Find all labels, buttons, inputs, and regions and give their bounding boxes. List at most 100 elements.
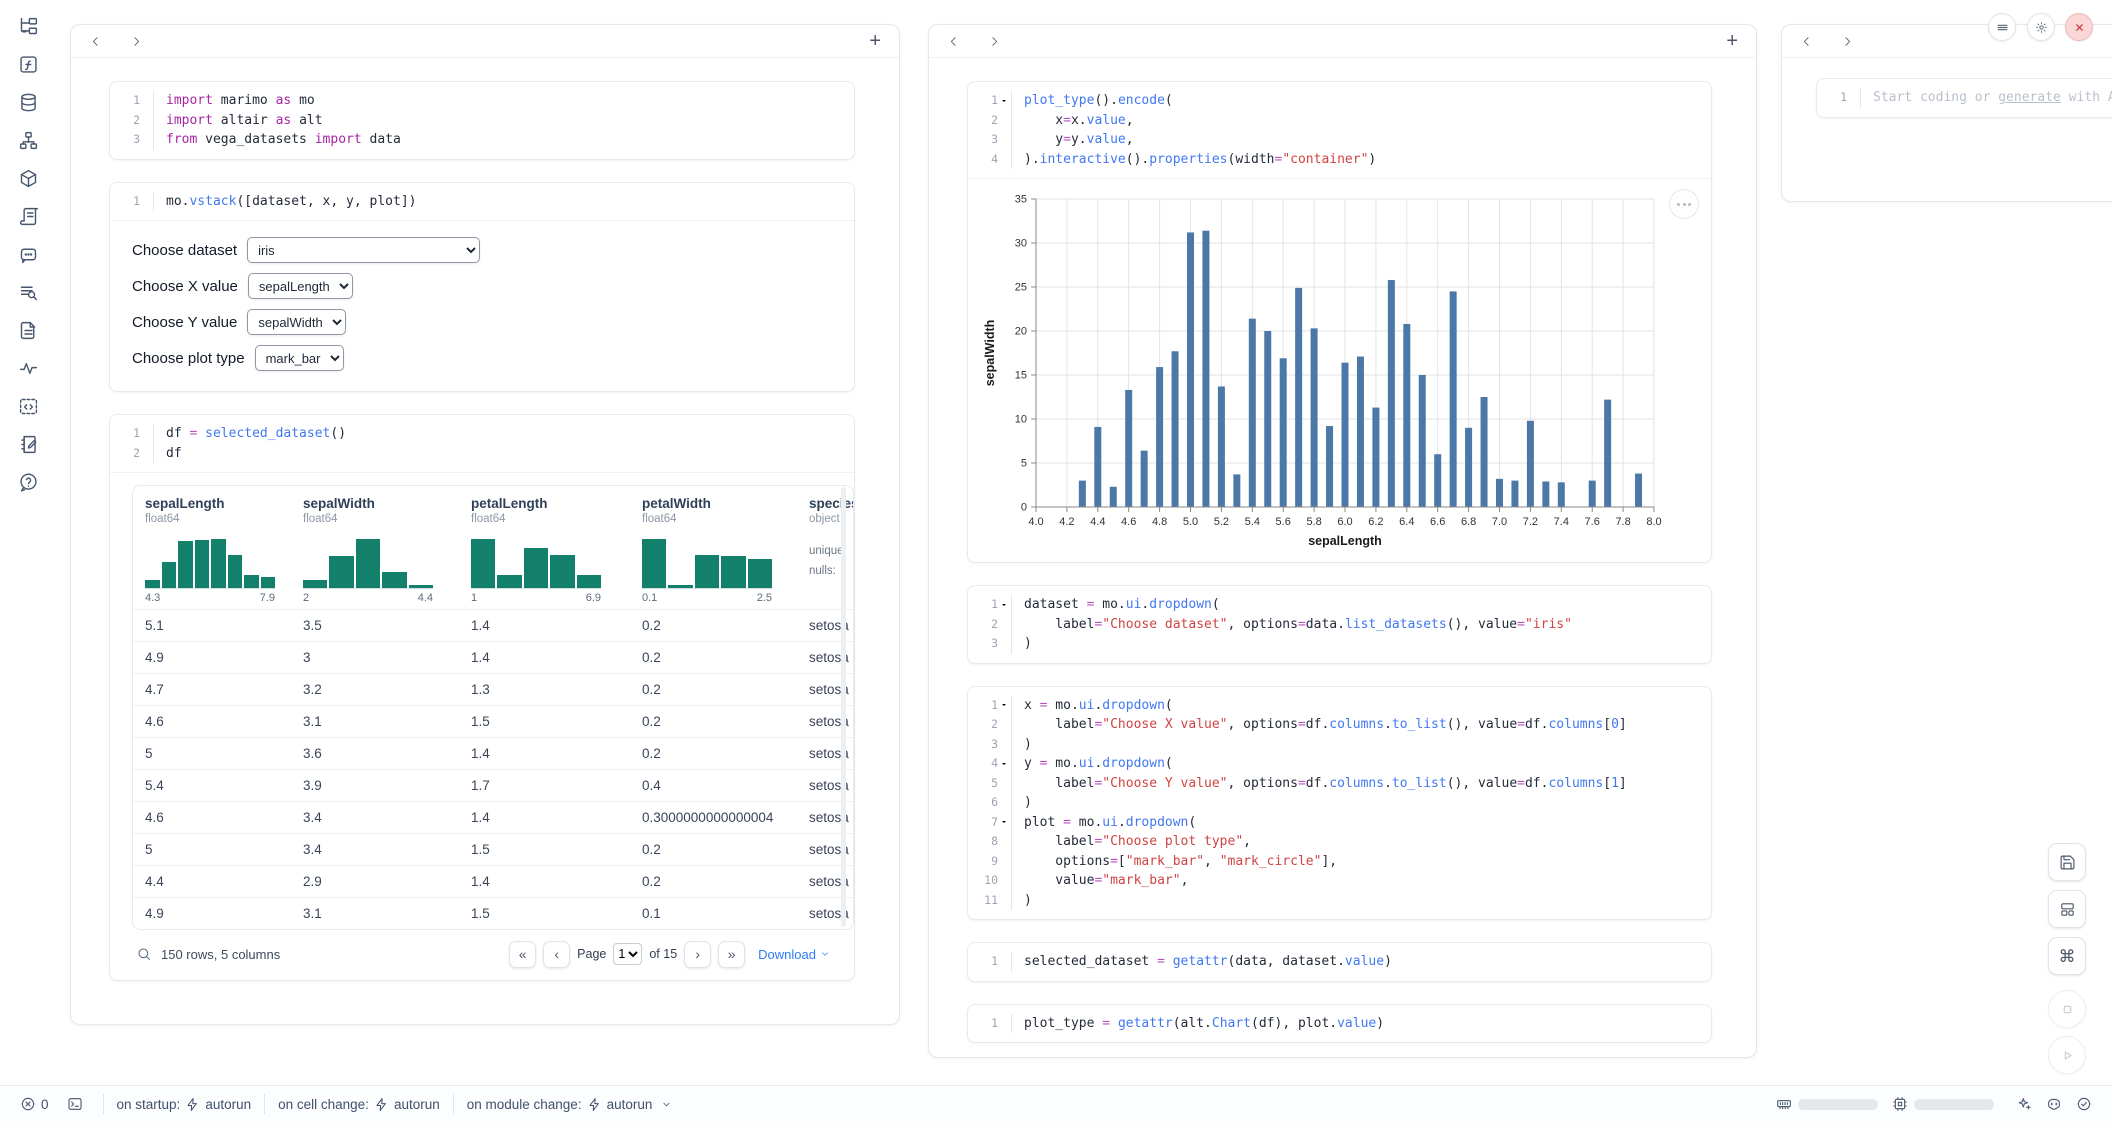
column-header-petalWidth[interactable]: petalWidthfloat640.12.5 [630,486,797,609]
package-icon[interactable] [18,168,39,189]
add-cell-button[interactable]: + [869,31,881,51]
runtime-config-1[interactable]: on startup:autorun [117,1097,252,1112]
data-table: sepalLengthfloat644.37.9sepalWidthfloat6… [132,485,854,930]
connection-status-icon[interactable] [2076,1096,2092,1112]
code-editor[interactable]: 1x = mo.ui.dropdown(2 label="Choose X va… [968,687,1711,920]
runtime-config-2[interactable]: on cell change:autorun [278,1097,440,1112]
chart-output[interactable]: 051015202530354.04.24.44.64.85.05.25.45.… [968,178,1711,562]
code-snippet-icon[interactable] [18,396,39,417]
cell-dataframe[interactable]: 1df = selected_dataset()2df sepalLengthf… [109,414,855,981]
scroll-icon[interactable] [18,206,39,227]
code-editor[interactable]: 1mo.vstack([dataset, x, y, plot]) [110,183,854,221]
fold-icon[interactable] [998,600,1009,609]
page-label: Page [577,947,606,961]
generate-with-ai-link[interactable]: generate [1998,90,2061,105]
table-scrollbar[interactable] [841,487,846,927]
history-back-icon[interactable] [1800,35,1813,48]
interrupt-button[interactable] [2048,990,2086,1028]
search-icon[interactable] [136,946,152,962]
column-header-petalLength[interactable]: petalLengthfloat6416.9 [459,486,630,609]
download-link[interactable]: Download [758,947,830,962]
run-all-button[interactable] [2048,1036,2086,1074]
table-cell: 5.1 [133,610,291,641]
panel-left-header: + [71,25,899,58]
add-cell-button[interactable]: + [1726,31,1738,51]
column-stats: unique:nulls: [809,541,854,581]
table-cell: 2.9 [291,866,459,897]
cell-xy-plot-dropdowns[interactable]: 1x = mo.ui.dropdown(2 label="Choose X va… [967,686,1712,921]
shutdown-button[interactable] [2065,13,2093,41]
code-editor[interactable]: 1selected_dataset = getattr(data, datase… [968,943,1711,981]
code-line: y = mo.ui.dropdown( [1012,754,1173,774]
line-number: 8 [991,832,998,852]
cell-vstack[interactable]: 1mo.vstack([dataset, x, y, plot]) Choose… [109,182,855,393]
cell-dataset-dropdown[interactable]: 1dataset = mo.ui.dropdown(2 label="Choos… [967,585,1712,664]
code-line: plot_type = getattr(alt.Chart(df), plot.… [1012,1014,1384,1034]
file-tree-icon[interactable] [18,16,39,37]
history-back-icon[interactable] [947,35,960,48]
code-editor[interactable]: 1dataset = mo.ui.dropdown(2 label="Choos… [968,586,1711,663]
last-page-button[interactable]: » [718,941,745,968]
choose-plot-type-select[interactable]: mark_bar [255,345,344,371]
fold-icon[interactable] [998,96,1009,105]
page-select[interactable]: 1 [613,943,642,965]
terminal-icon[interactable] [67,1096,83,1112]
column-header-sepalWidth[interactable]: sepalWidthfloat6424.4 [291,486,459,609]
runtime-config-3[interactable]: on module change:autorun [467,1097,673,1112]
chart-menu-button[interactable] [1669,189,1699,219]
cell-plot-type[interactable]: 1plot_type = getattr(alt.Chart(df), plot… [967,1004,1712,1044]
save-icon [2059,854,2076,871]
layout-toggle-button[interactable] [2048,890,2086,928]
save-button[interactable] [2048,843,2086,881]
bar-chart[interactable]: 051015202530354.04.24.44.64.85.05.25.45.… [980,187,1672,553]
cell-selected-dataset[interactable]: 1selected_dataset = getattr(data, datase… [967,942,1712,982]
bot-icon[interactable] [18,244,39,265]
code-editor[interactable]: 1plot_type().encode(2 x=x.value,3 y=y.va… [968,82,1711,178]
function-square-icon[interactable] [18,54,39,75]
fold-icon[interactable] [998,759,1009,768]
table-cell: 4.4 [133,866,291,897]
column-header-sepalLength[interactable]: sepalLengthfloat644.37.9 [133,486,291,609]
help-icon[interactable] [18,472,39,493]
scratchpad-icon[interactable] [18,434,39,455]
svg-text:15: 15 [1015,370,1027,382]
cell-plot[interactable]: 1plot_type().encode(2 x=x.value,3 y=y.va… [967,81,1712,563]
history-back-icon[interactable] [89,35,102,48]
choose-dataset-select[interactable]: iris [247,237,480,263]
workflow-icon[interactable] [18,130,39,151]
history-forward-icon[interactable] [130,35,143,48]
line-number: 2 [991,111,998,131]
next-page-button[interactable]: › [684,941,711,968]
ai-sparkles-icon[interactable] [2016,1096,2032,1112]
logs-search-icon[interactable] [18,282,39,303]
errors-indicator[interactable]: 0 [20,1096,49,1112]
document-icon[interactable] [18,320,39,341]
table-cell: 5 [133,834,291,865]
fold-icon[interactable] [998,701,1009,710]
fold-icon[interactable] [998,818,1009,827]
status-right [1776,1096,2092,1112]
choose-y-value-select[interactable]: sepalWidth [247,309,346,335]
choose-x-value-select[interactable]: sepalLength [248,273,353,299]
table-row: 4.931.40.2setosa [133,641,853,673]
svg-text:6.0: 6.0 [1337,516,1352,528]
prev-page-button[interactable]: ‹ [543,941,570,968]
code-editor[interactable]: 1 Start coding or generate with AI [1817,79,2112,117]
code-editor[interactable]: 1import marimo as mo2import altair as al… [110,82,854,159]
history-forward-icon[interactable] [988,35,1001,48]
notebook-menu-button[interactable] [1988,13,2016,41]
database-icon[interactable] [18,92,39,113]
settings-button[interactable] [2027,13,2055,41]
keyboard-shortcuts-button[interactable]: ⌘ [2048,937,2086,975]
table-cell: 1.7 [459,770,630,801]
code-editor[interactable]: 1plot_type = getattr(alt.Chart(df), plot… [968,1005,1711,1043]
table-cell: 1.5 [459,898,630,929]
svg-text:5.8: 5.8 [1306,516,1321,528]
cell-imports[interactable]: 1import marimo as mo2import altair as al… [109,81,855,160]
first-page-button[interactable]: « [509,941,536,968]
activity-icon[interactable] [18,358,39,379]
code-editor[interactable]: 1df = selected_dataset()2df [110,415,854,472]
cell-empty[interactable]: 1 Start coding or generate with AI [1816,78,2112,118]
copilot-icon[interactable] [2046,1096,2062,1112]
history-forward-icon[interactable] [1841,35,1854,48]
